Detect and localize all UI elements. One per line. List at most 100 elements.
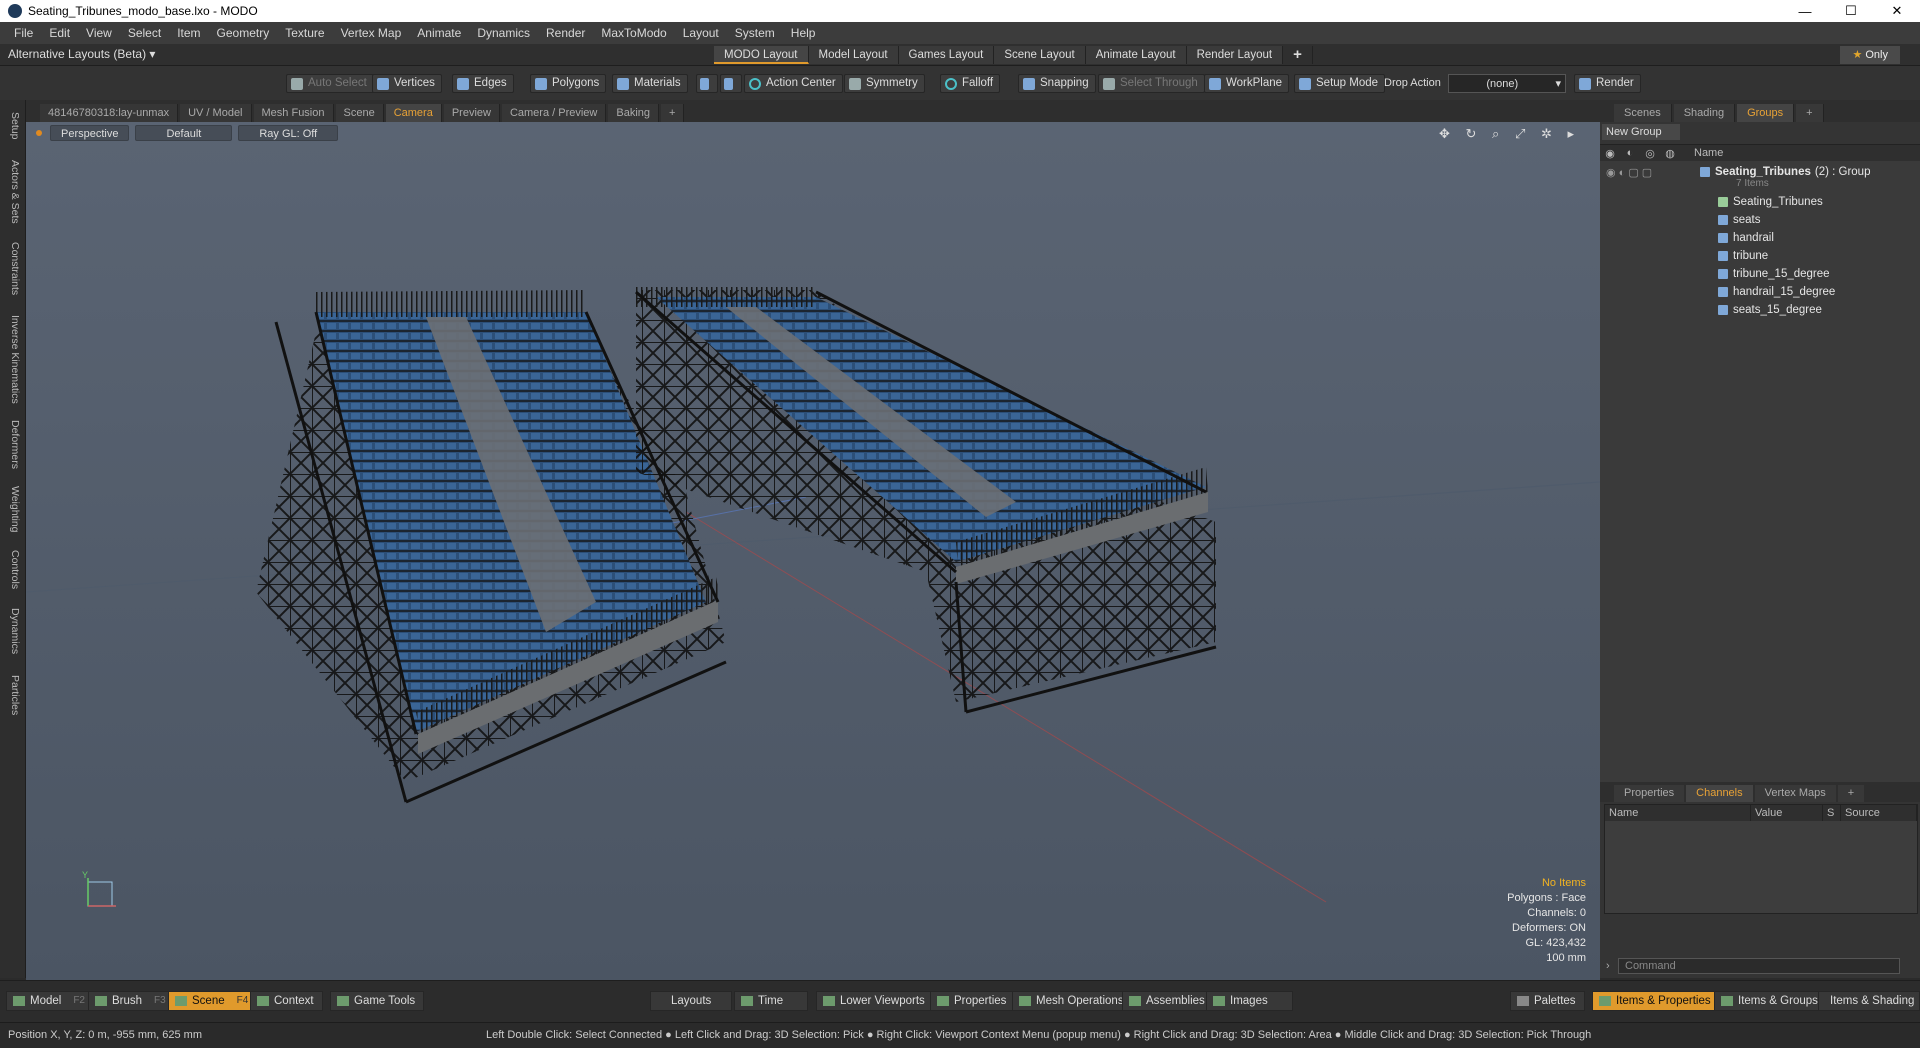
perspective-dropdown[interactable]: Perspective: [50, 125, 130, 141]
properties-button[interactable]: Properties: [930, 991, 1016, 1011]
tab-particles[interactable]: Particles: [3, 668, 21, 722]
tab-animate-layout[interactable]: Animate Layout: [1085, 46, 1187, 64]
menu-render[interactable]: Render: [538, 26, 593, 40]
brush-button[interactable]: Brush F3: [88, 991, 175, 1011]
auto-select-button[interactable]: Auto Select: [286, 74, 374, 93]
images-button[interactable]: Images: [1206, 991, 1293, 1011]
tab-groups[interactable]: Groups: [1737, 104, 1795, 122]
tab-uv-model[interactable]: UV / Model: [180, 104, 252, 122]
tab-dynamics[interactable]: Dynamics: [3, 604, 21, 658]
palettes-button[interactable]: Palettes: [1510, 991, 1585, 1011]
layouts-button[interactable]: Layouts: [650, 991, 733, 1011]
workplane-button[interactable]: WorkPlane: [1204, 74, 1290, 93]
tab-weighting[interactable]: Weighting: [3, 482, 21, 536]
menu-file[interactable]: File: [6, 26, 41, 40]
menu-animate[interactable]: Animate: [409, 26, 469, 40]
tab-scene-layout[interactable]: Scene Layout: [994, 46, 1086, 64]
tree-item[interactable]: Seating_Tribunes: [1600, 193, 1920, 211]
game-tools-button[interactable]: Game Tools: [330, 991, 425, 1011]
tab-camera[interactable]: Camera: [385, 104, 442, 122]
add-properties-tab-button[interactable]: +: [1837, 785, 1865, 802]
3d-viewport[interactable]: Y Perspective Default Ray GL: Off ✥ ↻ ⌕ …: [26, 122, 1600, 980]
shading-dropdown[interactable]: Default: [135, 125, 233, 141]
tab-layout-unmax[interactable]: 48146780318:lay-unmax: [40, 104, 179, 122]
tab-render-layout[interactable]: Render Layout: [1186, 46, 1284, 64]
model-button[interactable]: Model F2: [6, 991, 94, 1011]
only-toggle[interactable]: ★ Only: [1840, 46, 1900, 64]
menu-geometry[interactable]: Geometry: [209, 26, 278, 40]
close-button[interactable]: ✕: [1874, 0, 1920, 22]
select-through-button[interactable]: Select Through: [1098, 74, 1205, 93]
tab-baking[interactable]: Baking: [608, 104, 660, 122]
tab-properties[interactable]: Properties: [1614, 785, 1685, 802]
add-panel-tab-button[interactable]: +: [1796, 104, 1824, 122]
tree-item[interactable]: seats: [1600, 211, 1920, 229]
tab-camera-preview[interactable]: Camera / Preview: [501, 104, 607, 122]
shield-alt-toggle-button[interactable]: [720, 74, 742, 93]
raygl-dropdown[interactable]: Ray GL: Off: [238, 125, 339, 141]
menu-view[interactable]: View: [78, 26, 120, 40]
drop-action-select[interactable]: (none) ▾: [1448, 74, 1566, 93]
tab-actors-sets[interactable]: Actors & Sets: [3, 156, 21, 228]
menu-select[interactable]: Select: [120, 26, 169, 40]
menu-dynamics[interactable]: Dynamics: [469, 26, 538, 40]
minimize-button[interactable]: —: [1782, 0, 1828, 22]
falloff-button[interactable]: Falloff: [940, 74, 1001, 93]
viewport-nav-controls[interactable]: ✥ ↻ ⌕ ⤢ ✲ ▸: [1439, 126, 1580, 142]
tab-inverse-kinematics[interactable]: Inverse Kinematics: [3, 310, 21, 408]
menu-vertex-map[interactable]: Vertex Map: [333, 26, 410, 40]
render-button[interactable]: Render: [1574, 74, 1641, 93]
command-expand-icon[interactable]: ›: [1606, 960, 1610, 972]
mesh-operations-button[interactable]: Mesh Operations: [1012, 991, 1133, 1011]
tab-scene[interactable]: Scene: [335, 104, 384, 122]
tab-shading[interactable]: Shading: [1673, 104, 1736, 122]
items-shading-button[interactable]: Items & Shading: [1818, 991, 1920, 1011]
tab-setup[interactable]: Setup: [3, 106, 21, 146]
tree-item[interactable]: handrail: [1600, 229, 1920, 247]
menu-edit[interactable]: Edit: [41, 26, 78, 40]
tab-channels[interactable]: Channels: [1686, 785, 1753, 802]
tree-item[interactable]: seats_15_degree: [1600, 301, 1920, 319]
tab-deformers[interactable]: Deformers: [3, 418, 21, 472]
scene-button[interactable]: Scene F4: [168, 991, 258, 1011]
shield-toggle-button[interactable]: [696, 74, 718, 93]
menu-layout[interactable]: Layout: [675, 26, 727, 40]
tab-preview[interactable]: Preview: [443, 104, 500, 122]
items-properties-button[interactable]: Items & Properties: [1592, 991, 1720, 1011]
tree-item[interactable]: tribune: [1600, 247, 1920, 265]
command-input[interactable]: Command: [1618, 958, 1900, 974]
tab-vertex-maps[interactable]: Vertex Maps: [1754, 785, 1836, 802]
lower-viewports-button[interactable]: Lower Viewports: [816, 991, 934, 1011]
tree-item[interactable]: handrail_15_degree: [1600, 283, 1920, 301]
context-button[interactable]: Context: [250, 991, 323, 1011]
new-group-button[interactable]: New Group: [1602, 124, 1680, 140]
add-viewport-tab-button[interactable]: +: [661, 104, 685, 122]
items-groups-button[interactable]: Items & Groups: [1714, 991, 1827, 1011]
setup-mode-button[interactable]: Setup Mode: [1294, 74, 1386, 93]
snapping-button[interactable]: Snapping: [1018, 74, 1096, 93]
tab-constraints[interactable]: Constraints: [3, 238, 21, 300]
tree-item[interactable]: tribune_15_degree: [1600, 265, 1920, 283]
polygons-button[interactable]: Polygons: [530, 74, 607, 93]
alternative-layouts-dropdown[interactable]: Alternative Layouts (Beta) ▾: [8, 47, 155, 61]
action-center-button[interactable]: Action Center: [744, 74, 843, 93]
tab-modo-layout[interactable]: MODO Layout: [714, 46, 809, 64]
menu-texture[interactable]: Texture: [277, 26, 332, 40]
add-layout-button[interactable]: +: [1283, 46, 1313, 64]
materials-button[interactable]: Materials: [612, 74, 688, 93]
tab-mesh-fusion[interactable]: Mesh Fusion: [253, 104, 334, 122]
maximize-button[interactable]: ☐: [1828, 0, 1874, 22]
tab-controls[interactable]: Controls: [3, 546, 21, 594]
menu-item[interactable]: Item: [169, 26, 208, 40]
menu-maxtomodo[interactable]: MaxToModo: [593, 26, 674, 40]
assemblies-button[interactable]: Assemblies: [1122, 991, 1214, 1011]
edges-button[interactable]: Edges: [452, 74, 514, 93]
time-button[interactable]: Time: [734, 991, 809, 1011]
tab-scenes[interactable]: Scenes: [1614, 104, 1672, 122]
menu-system[interactable]: System: [727, 26, 783, 40]
tab-model-layout[interactable]: Model Layout: [808, 46, 899, 64]
tab-games-layout[interactable]: Games Layout: [898, 46, 995, 64]
menu-help[interactable]: Help: [783, 26, 824, 40]
symmetry-button[interactable]: Symmetry: [844, 74, 925, 93]
viewport-menu-icon[interactable]: [36, 130, 42, 136]
